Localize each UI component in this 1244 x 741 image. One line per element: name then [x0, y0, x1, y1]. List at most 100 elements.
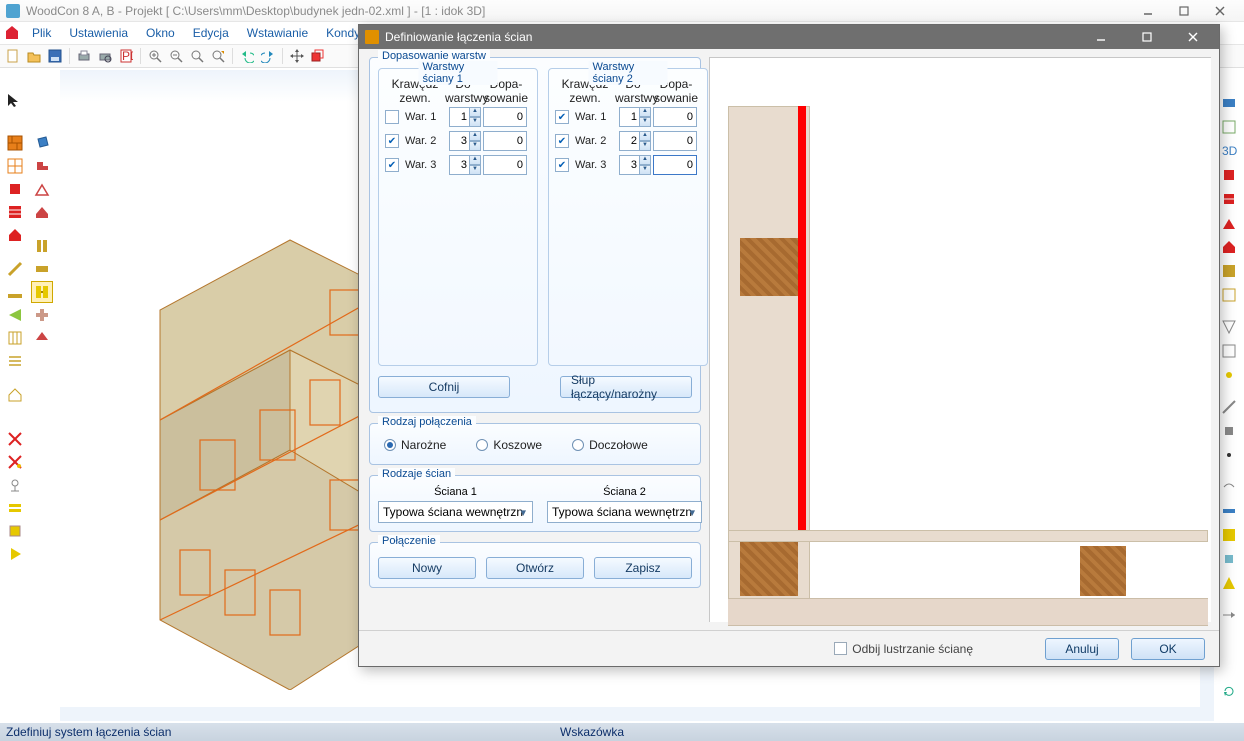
- wall2-row3-to-spinner[interactable]: ▲▼: [619, 155, 651, 175]
- main-minimize-button[interactable]: [1130, 0, 1166, 22]
- tool-arrow-up-icon[interactable]: [31, 327, 53, 349]
- wall2-row3-checkbox[interactable]: [555, 158, 569, 172]
- rtool-2-icon[interactable]: [1218, 116, 1240, 138]
- main-maximize-button[interactable]: [1166, 0, 1202, 22]
- wall1-row2-to-input[interactable]: [449, 131, 469, 151]
- wall2-type-select[interactable]: Typowa ściana wewnętrzn: [547, 501, 702, 523]
- rtool-21-icon[interactable]: [1218, 604, 1240, 626]
- corner-post-button[interactable]: Słup łączący/narożny: [560, 376, 692, 398]
- tool-grid-icon[interactable]: [4, 327, 26, 349]
- wall1-row3-to-input[interactable]: [449, 155, 469, 175]
- wall1-row3-fit-input[interactable]: [483, 155, 527, 175]
- tool-measure-icon[interactable]: [4, 281, 26, 303]
- dialog-maximize-button[interactable]: [1127, 25, 1167, 49]
- wall1-row1-checkbox[interactable]: [385, 110, 399, 124]
- zoom-in-icon[interactable]: [146, 47, 164, 65]
- move-icon[interactable]: [288, 47, 306, 65]
- rtool-19-icon[interactable]: [1218, 548, 1240, 570]
- tool-pencil-icon[interactable]: [4, 258, 26, 280]
- wall2-row1-checkbox[interactable]: [555, 110, 569, 124]
- tool-box3d-icon[interactable]: [31, 132, 53, 154]
- wall2-row2-fit-input[interactable]: [653, 131, 697, 151]
- tool-stripes-icon[interactable]: [4, 350, 26, 372]
- tool-wood2-icon[interactable]: [31, 258, 53, 280]
- tool-conn2-icon[interactable]: [31, 304, 53, 326]
- rtool-7-icon[interactable]: [1218, 236, 1240, 258]
- open-button[interactable]: Otwórz: [486, 557, 584, 579]
- mirror-checkbox[interactable]: Odbij lustrzanie ścianę: [834, 642, 973, 656]
- wall1-type-select[interactable]: Typowa ściana wewnętrzn: [378, 501, 533, 523]
- dialog-minimize-button[interactable]: [1081, 25, 1121, 49]
- menu-okno[interactable]: Okno: [138, 24, 183, 42]
- menu-edycja[interactable]: Edycja: [185, 24, 237, 42]
- tool-roof-icon[interactable]: [31, 178, 53, 200]
- rtool-3d-icon[interactable]: 3D: [1218, 140, 1240, 162]
- tool-delete-icon[interactable]: [4, 428, 26, 450]
- print-icon[interactable]: [75, 47, 93, 65]
- perspective-icon[interactable]: [309, 47, 327, 65]
- rtool-18-icon[interactable]: [1218, 524, 1240, 546]
- menu-ustawienia[interactable]: Ustawienia: [61, 24, 136, 42]
- wall1-row3-to-spinner[interactable]: ▲▼: [449, 155, 481, 175]
- open-icon[interactable]: [25, 47, 43, 65]
- main-close-button[interactable]: [1202, 0, 1238, 22]
- save-button[interactable]: Zapisz: [594, 557, 692, 579]
- wall2-row2-checkbox[interactable]: [555, 134, 569, 148]
- wall1-row3-checkbox[interactable]: [385, 158, 399, 172]
- tool-house2-icon[interactable]: [4, 384, 26, 406]
- rtool-17-icon[interactable]: [1218, 500, 1240, 522]
- new-icon[interactable]: [4, 47, 22, 65]
- tool-roof2-icon[interactable]: [31, 201, 53, 223]
- save-icon[interactable]: [46, 47, 64, 65]
- wall2-row1-to-spinner[interactable]: ▲▼: [619, 107, 651, 127]
- tool-arrow-left-icon[interactable]: [4, 304, 26, 326]
- tool-redblock-icon[interactable]: [4, 178, 26, 200]
- zoom-select-icon[interactable]: [209, 47, 227, 65]
- rtool-8-icon[interactable]: [1218, 260, 1240, 282]
- wall2-row3-to-input[interactable]: [619, 155, 639, 175]
- wall1-row1-to-input[interactable]: [449, 107, 469, 127]
- cancel-button[interactable]: Anuluj: [1045, 638, 1119, 660]
- tool-window-icon[interactable]: [4, 155, 26, 177]
- radio-corner[interactable]: Narożne: [384, 438, 446, 452]
- print-preview-icon[interactable]: [96, 47, 114, 65]
- wall1-row2-to-spinner[interactable]: ▲▼: [449, 131, 481, 151]
- wall2-row1-to-input[interactable]: [619, 107, 639, 127]
- rtool-refresh-icon[interactable]: [1218, 680, 1240, 702]
- tool-hatch-icon[interactable]: [4, 201, 26, 223]
- redo-icon[interactable]: [259, 47, 277, 65]
- wall2-row3-fit-input[interactable]: [653, 155, 697, 175]
- wall2-row2-to-input[interactable]: [619, 131, 639, 151]
- zoom-out-icon[interactable]: [167, 47, 185, 65]
- rtool-5-icon[interactable]: [1218, 188, 1240, 210]
- wall1-row1-fit-input[interactable]: [483, 107, 527, 127]
- rtool-16-icon[interactable]: [1218, 476, 1240, 498]
- tool-play-icon[interactable]: [4, 543, 26, 565]
- undo-icon[interactable]: [238, 47, 256, 65]
- tool-shape-icon[interactable]: [31, 155, 53, 177]
- wall1-row2-checkbox[interactable]: [385, 134, 399, 148]
- rtool-6-icon[interactable]: [1218, 212, 1240, 234]
- wall2-row2-to-spinner[interactable]: ▲▼: [619, 131, 651, 151]
- rtool-12-icon[interactable]: [1218, 364, 1240, 386]
- menu-plik[interactable]: Plik: [24, 24, 59, 42]
- radio-butt[interactable]: Doczołowe: [572, 438, 648, 452]
- tool-cube-icon[interactable]: [4, 520, 26, 542]
- radio-basket[interactable]: Koszowe: [476, 438, 542, 452]
- rtool-11-icon[interactable]: [1218, 340, 1240, 362]
- rtool-9-icon[interactable]: [1218, 284, 1240, 306]
- rtool-15-icon[interactable]: [1218, 444, 1240, 466]
- rtool-1-icon[interactable]: [1218, 92, 1240, 114]
- wall2-row1-fit-input[interactable]: [653, 107, 697, 127]
- cursor-tool[interactable]: [6, 92, 22, 111]
- rtool-13-icon[interactable]: [1218, 396, 1240, 418]
- tool-delete2-icon[interactable]: [4, 451, 26, 473]
- tool-wall-icon[interactable]: [4, 132, 26, 154]
- tool-wood-icon[interactable]: [31, 235, 53, 257]
- tool-layers-icon[interactable]: [4, 497, 26, 519]
- ok-button[interactable]: OK: [1131, 638, 1205, 660]
- rtool-10-icon[interactable]: [1218, 316, 1240, 338]
- tool-tree-icon[interactable]: [4, 474, 26, 496]
- wall1-row1-to-spinner[interactable]: ▲▼: [449, 107, 481, 127]
- tool-connection-icon[interactable]: [31, 281, 53, 303]
